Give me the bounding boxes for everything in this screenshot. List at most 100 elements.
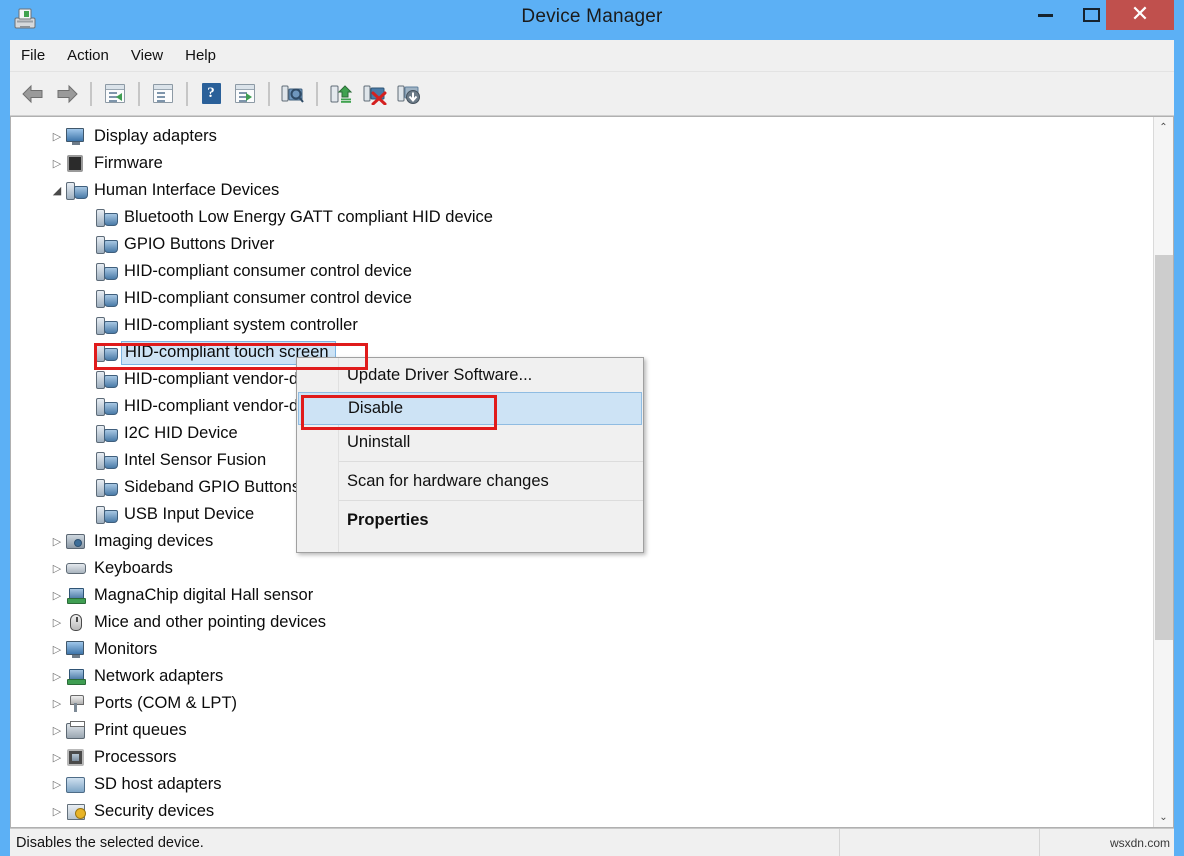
menu-view[interactable]: View (120, 43, 174, 68)
tree-item[interactable]: ▷ Display adapters (11, 123, 1154, 150)
tree-item[interactable]: ▷ Firmware (11, 150, 1154, 177)
status-message: Disables the selected device. (10, 835, 839, 851)
back-arrow-icon (21, 84, 45, 104)
forward-button[interactable] (50, 77, 84, 111)
hid-icon (95, 505, 117, 525)
tree-item[interactable]: ▷Keyboards (11, 555, 1154, 582)
title-bar: Device Manager ✕ (0, 0, 1184, 40)
chip-icon (65, 154, 87, 174)
forward-arrow-icon (55, 84, 79, 104)
show-hidden-devices-button[interactable] (228, 77, 262, 111)
minimize-icon (1038, 14, 1053, 17)
tree-item[interactable]: GPIO Buttons Driver (11, 231, 1154, 258)
device-manager-window: Device Manager ✕ File Action View Help (0, 0, 1184, 856)
toolbar: ? (10, 72, 1174, 116)
chevron-collapsed-icon[interactable]: ▷ (49, 643, 65, 656)
menu-action[interactable]: Action (56, 43, 120, 68)
hid-icon (95, 343, 117, 363)
ctx-uninstall[interactable]: Uninstall (297, 425, 643, 459)
tree-item-label: Ports (COM & LPT) (94, 694, 237, 714)
tree-item[interactable]: Bluetooth Low Energy GATT compliant HID … (11, 204, 1154, 231)
context-menu-item-label: Scan for hardware changes (347, 472, 549, 491)
uninstall-device-button[interactable] (358, 77, 392, 111)
chevron-collapsed-icon[interactable]: ▷ (49, 616, 65, 629)
toolbar-separator (90, 82, 92, 106)
tree-item[interactable]: ▷MagnaChip digital Hall sensor (11, 582, 1154, 609)
tree-item[interactable]: HID-compliant consumer control device (11, 258, 1154, 285)
menu-help[interactable]: Help (174, 43, 227, 68)
chevron-collapsed-icon[interactable]: ▷ (49, 751, 65, 764)
scrollbar-thumb[interactable] (1155, 255, 1173, 640)
tree-item-label: Display adapters (94, 127, 217, 147)
hid-icon (95, 397, 117, 417)
chevron-collapsed-icon[interactable]: ▷ (49, 778, 65, 791)
update-driver-button[interactable] (324, 77, 358, 111)
document-panel-icon (151, 83, 175, 105)
status-bar: Disables the selected device. wsxdn.com (10, 828, 1174, 856)
tree-item[interactable]: ▷Processors (11, 744, 1154, 771)
back-button[interactable] (16, 77, 50, 111)
camera-icon (65, 532, 87, 552)
hid-icon (95, 424, 117, 444)
vertical-scrollbar[interactable]: ⌃ ⌄ (1153, 117, 1173, 827)
chevron-collapsed-icon[interactable]: ▷ (49, 805, 65, 818)
hid-icon (95, 262, 117, 282)
chevron-collapsed-icon[interactable]: ▷ (49, 157, 65, 170)
scroll-up-button[interactable]: ⌃ (1154, 117, 1173, 137)
chevron-collapsed-icon[interactable]: ▷ (49, 130, 65, 143)
tree-item[interactable]: ◢Human Interface Devices (11, 177, 1154, 204)
tree-item-label: Firmware (94, 154, 163, 174)
tree-item-label: Monitors (94, 640, 157, 660)
disable-device-button[interactable] (392, 77, 426, 111)
hid-icon (95, 478, 117, 498)
network-card-icon (65, 667, 87, 687)
context-menu-items: Update Driver Software... Disable Uninstal… (297, 358, 643, 537)
context-menu-item-label: Uninstall (347, 433, 410, 452)
ctx-update-driver[interactable]: Update Driver Software... (297, 358, 643, 392)
tree-item-label: HID-compliant consumer control device (124, 262, 412, 282)
chevron-collapsed-icon[interactable]: ▷ (49, 670, 65, 683)
tree-item-label: Mice and other pointing devices (94, 613, 326, 633)
tree-item[interactable]: HID-compliant consumer control device (11, 285, 1154, 312)
chevron-collapsed-icon[interactable]: ▷ (49, 562, 65, 575)
disable-down-arrow-icon (397, 83, 421, 105)
chevron-collapsed-icon[interactable]: ▷ (49, 697, 65, 710)
menu-file[interactable]: File (10, 43, 56, 68)
context-menu-item-label: Disable (348, 399, 403, 418)
properties-button[interactable] (276, 77, 310, 111)
tree-item-label: USB Input Device (124, 505, 254, 525)
mouse-icon (65, 613, 87, 633)
chevron-collapsed-icon[interactable]: ▷ (49, 724, 65, 737)
chevron-collapsed-icon[interactable]: ▷ (49, 535, 65, 548)
hid-icon (95, 208, 117, 228)
context-menu-item-label: Properties (347, 511, 429, 530)
ctx-disable[interactable]: Disable (298, 392, 642, 425)
tree-item[interactable]: HID-compliant system controller (11, 312, 1154, 339)
tree-item[interactable]: ▷ Ports (COM & LPT) (11, 690, 1154, 717)
tree-item[interactable]: ▷ Mice and other pointing devices (11, 609, 1154, 636)
up-one-level-button[interactable] (98, 77, 132, 111)
tree-item[interactable]: ▷ Monitors (11, 636, 1154, 663)
chevron-collapsed-icon[interactable]: ▷ (49, 589, 65, 602)
tree-item[interactable]: ▷SD host adapters (11, 771, 1154, 798)
maximize-icon (1083, 8, 1100, 22)
tree-item[interactable]: ▷Print queues (11, 717, 1154, 744)
ctx-properties[interactable]: Properties (297, 503, 643, 537)
close-button[interactable]: ✕ (1106, 0, 1174, 30)
context-menu-separator (297, 500, 643, 501)
tree-item-label: Intel Sensor Fusion (124, 451, 266, 471)
tree-item-label: I2C HID Device (124, 424, 238, 444)
close-icon: ✕ (1131, 4, 1149, 26)
uninstall-red-x-icon (363, 83, 387, 105)
hid-icon (95, 289, 117, 309)
help-button[interactable]: ? (194, 77, 228, 111)
tree-item[interactable]: ▷Network adapters (11, 663, 1154, 690)
ctx-scan-hardware[interactable]: Scan for hardware changes (297, 464, 643, 498)
panel-right-icon (233, 83, 257, 105)
scroll-down-button[interactable]: ⌄ (1154, 807, 1173, 827)
chevron-expanded-icon[interactable]: ◢ (49, 184, 65, 197)
minimize-button[interactable] (1022, 0, 1068, 30)
show-console-tree-button[interactable] (146, 77, 180, 111)
tree-item[interactable]: ▷Security devices (11, 798, 1154, 825)
hid-icon (95, 451, 117, 471)
